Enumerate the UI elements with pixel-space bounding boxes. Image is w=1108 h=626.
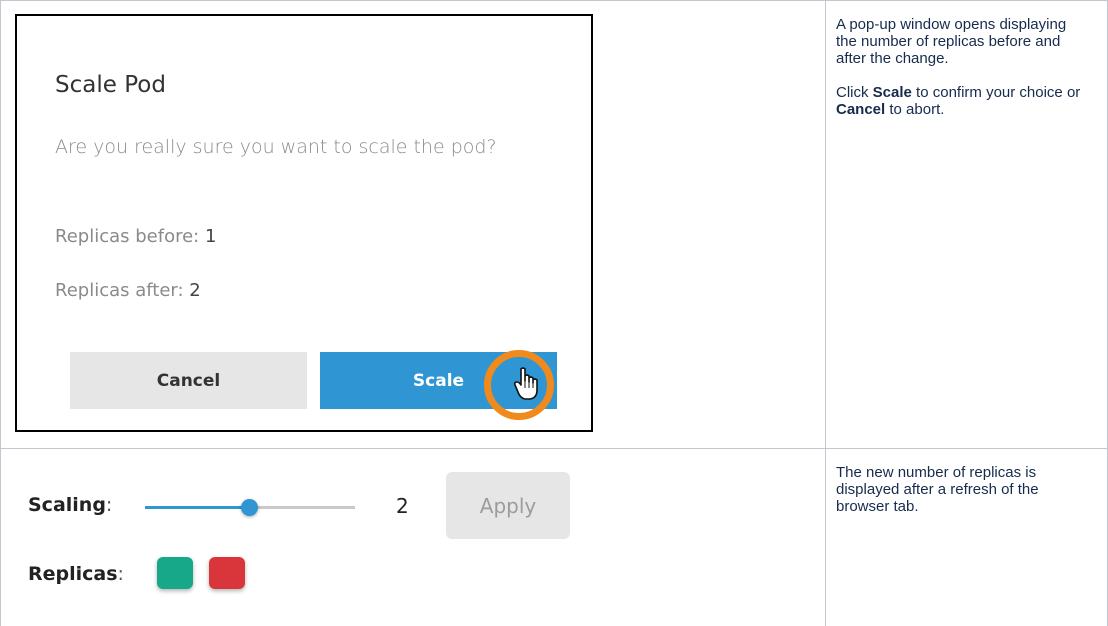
- scale-keyword: Scale: [872, 84, 912, 101]
- replicas-after-value: 2: [189, 280, 201, 301]
- replicas-colon: :: [117, 563, 124, 585]
- table-row-divider: [0, 448, 1108, 449]
- replicas-after-row: Replicas after: 2: [55, 280, 201, 301]
- cancel-keyword: Cancel: [836, 101, 886, 118]
- step1-paragraph: A pop-up window opens displaying the num…: [836, 16, 1067, 67]
- apply-button[interactable]: Apply: [446, 472, 570, 539]
- dialog-question: Are you really sure you want to scale th…: [55, 136, 497, 158]
- scaling-slider[interactable]: [145, 499, 355, 516]
- table-border-top: [0, 0, 1108, 1]
- scale-pod-dialog: Scale Pod Are you really sure you want t…: [15, 14, 593, 432]
- click-word: Click: [836, 84, 869, 101]
- scaling-label: Scaling:: [28, 494, 112, 516]
- table-column-divider: [825, 0, 826, 626]
- replicas-before-label: Replicas before:: [55, 226, 200, 247]
- step2-paragraph: The new number of replicas is displayed …: [836, 464, 1039, 515]
- table-border-left: [0, 0, 1, 626]
- replica-running-indicator: [157, 557, 193, 589]
- step-description-1: A pop-up window opens displaying the num…: [836, 16, 1086, 135]
- replicas-label: Replicas:: [28, 563, 124, 585]
- cancel-button[interactable]: Cancel: [70, 352, 307, 409]
- instruction-end: to abort.: [889, 101, 945, 118]
- replica-new-indicator: [209, 557, 245, 589]
- instruction-middle: to confirm your choice or: [916, 84, 1081, 101]
- slider-value: 2: [396, 494, 409, 518]
- documentation-table: Scale Pod Are you really sure you want t…: [0, 0, 1108, 626]
- slider-thumb[interactable]: [241, 499, 258, 516]
- replicas-before-value: 1: [204, 226, 217, 247]
- slider-fill: [145, 506, 250, 509]
- scaling-label-text: Scaling: [28, 494, 106, 516]
- dialog-title: Scale Pod: [55, 72, 166, 98]
- step-description-2: The new number of replicas is displayed …: [836, 464, 1086, 532]
- replicas-before-row: Replicas before: 1: [55, 226, 216, 247]
- scaling-colon: :: [105, 494, 113, 516]
- step1-instruction: Click Scale to confirm your choice or Ca…: [836, 84, 1086, 118]
- hand-cursor-icon: [513, 367, 538, 400]
- replicas-after-label: Replicas after:: [55, 280, 184, 301]
- replicas-label-text: Replicas: [28, 563, 118, 585]
